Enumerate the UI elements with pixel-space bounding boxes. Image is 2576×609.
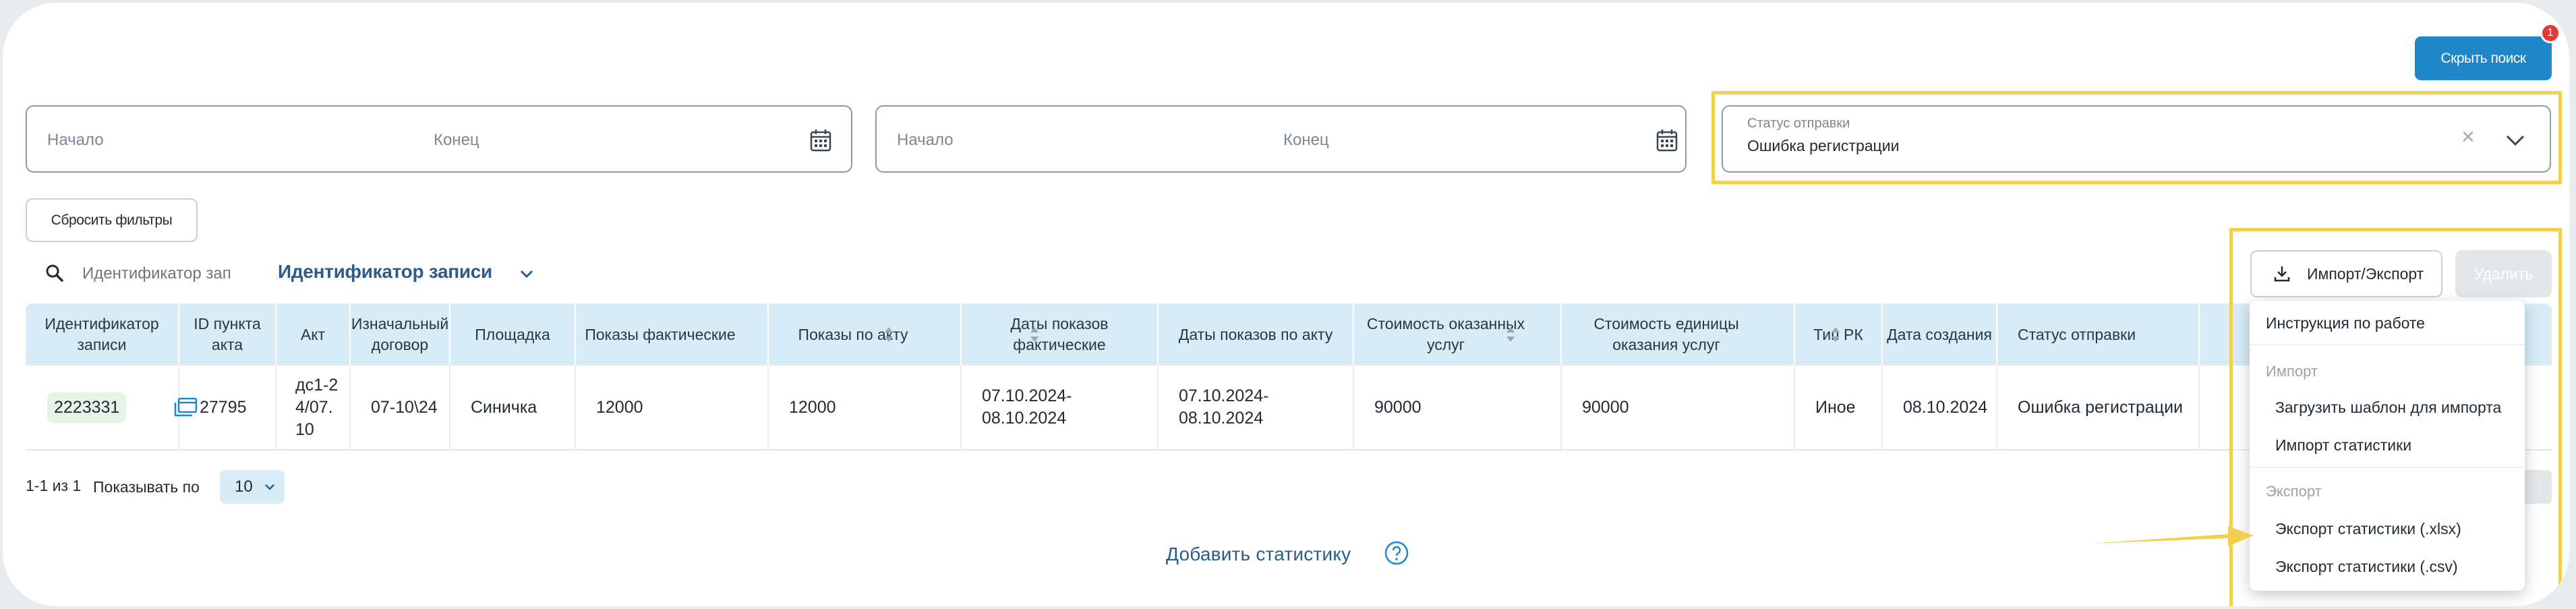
start-date-placeholder[interactable]: Начало [47,131,104,150]
search-field-select[interactable]: Идентификатор записи [278,261,492,283]
end-date-placeholder[interactable]: Конец [434,131,479,150]
menu-item-export-csv[interactable]: Экспорт статистики (.csv) [2275,558,2458,576]
menu-item-import-statistics[interactable]: Импорт статистики [2275,436,2411,455]
delete-button[interactable]: Удалить [2455,250,2552,297]
menu-item-download-template[interactable]: Загрузить шаблон для импорта [2275,399,2501,417]
per-page-value: 10 [235,477,253,496]
status-select[interactable]: Статус отправки Ошибка регистрации × [1722,105,2551,173]
import-export-button[interactable]: Импорт/Экспорт [2250,250,2442,297]
clear-icon[interactable]: × [2461,124,2475,150]
sort-icon[interactable] [1830,326,1841,343]
date-range-filter-2[interactable]: Начало Конец [875,105,1687,173]
column-header[interactable]: Идентификатор записи [26,303,179,366]
column-header[interactable]: Дата создания [1883,303,1997,366]
cell: 07.10.2024-08.10.2024 [962,366,1159,449]
column-header[interactable]: Стоимость оказанных услуг [1354,303,1562,366]
cell: 12000 [769,366,962,449]
status-select-label: Статус отправки [1747,116,1850,131]
end-date-placeholder[interactable]: Конец [1283,131,1329,150]
cell: 90000 [1354,366,1562,449]
date-range-filter-1[interactable]: Начало Конец [26,105,852,173]
annotation-arrow [2090,526,2254,546]
cell: 07.10.2024-08.10.2024 [1159,366,1354,449]
chevron-down-icon [264,484,274,490]
hide-search-button[interactable]: Скрыть поиск [2415,36,2552,80]
reset-filters-button[interactable]: Сбросить фильтры [26,198,198,242]
next-page-button[interactable] [2522,470,2552,504]
column-header[interactable]: Даты показов фактические [962,303,1159,366]
column-header[interactable]: Площадка [450,303,576,366]
start-date-placeholder[interactable]: Начало [897,131,954,150]
menu-item-export-xlsx[interactable]: Экспорт статистики (.xlsx) [2275,520,2461,538]
cell: 12000 [576,366,769,449]
cell: Иное [1795,366,1883,449]
help-icon[interactable] [1384,540,1409,566]
cell-record-id: 2223331 [26,366,198,449]
table-header: Идентификатор записи ID пункта акта Акт … [26,303,2552,366]
chevron-down-icon[interactable] [517,264,536,283]
menu-group-import: Импорт [2266,363,2318,380]
column-header[interactable]: Показы фактические [576,303,769,366]
import-export-label: Импорт/Экспорт [2307,264,2424,283]
column-header[interactable]: Показы по акту [769,303,962,366]
sort-icon[interactable] [1505,326,1516,343]
page-card: Скрыть поиск 1 Начало Конец Начало Конец… [3,3,2569,606]
search-input[interactable] [82,262,244,286]
menu-divider [2250,467,2525,468]
table-row[interactable]: 2223331 27795 дс1-24/07.10 07-10\24 Сини… [26,366,2552,451]
search-icon [46,264,63,282]
download-icon [2274,266,2290,282]
sort-icon[interactable] [1029,326,1040,343]
cell: Синичка [450,366,576,449]
cell: дс1-24/07.10 [276,366,351,449]
import-export-menu: Инструкция по работе Импорт Загрузить ша… [2250,301,2525,591]
add-statistics-link[interactable]: Добавить статистику [1166,544,1351,565]
calendar-icon[interactable] [1656,128,1678,152]
column-header[interactable]: ID пункта акта [179,303,276,366]
chevron-down-icon[interactable] [2502,127,2529,154]
cell: 90000 [1562,366,1795,449]
per-page-label: Показывать по [93,478,200,496]
cell: 08.10.2024 [1883,366,1997,449]
cell: 07-10\24 [351,366,450,449]
cell: 27795 [179,366,276,449]
per-page-select[interactable]: 10 [220,470,285,504]
sort-icon[interactable] [883,326,894,343]
menu-group-export: Экспорт [2266,483,2322,500]
record-id-badge[interactable]: 2223331 [47,392,127,423]
pagination-count: 1-1 из 1 [26,477,82,494]
menu-item-instruction[interactable]: Инструкция по работе [2266,314,2425,332]
column-header[interactable]: Даты показов по акту [1159,303,1354,366]
notification-badge[interactable]: 1 [2540,23,2560,43]
column-header[interactable]: Статус отправки [1997,303,2200,366]
menu-divider [2250,344,2525,345]
status-select-value: Ошибка регистрации [1747,137,1900,154]
column-header[interactable]: Стоимость единицы оказания услуг [1562,303,1795,366]
column-header[interactable]: Изначальный договор [351,303,450,366]
calendar-icon[interactable] [809,128,832,152]
column-header[interactable]: Акт [276,303,351,366]
cell-status: Ошибка регистрации [1997,366,2200,449]
